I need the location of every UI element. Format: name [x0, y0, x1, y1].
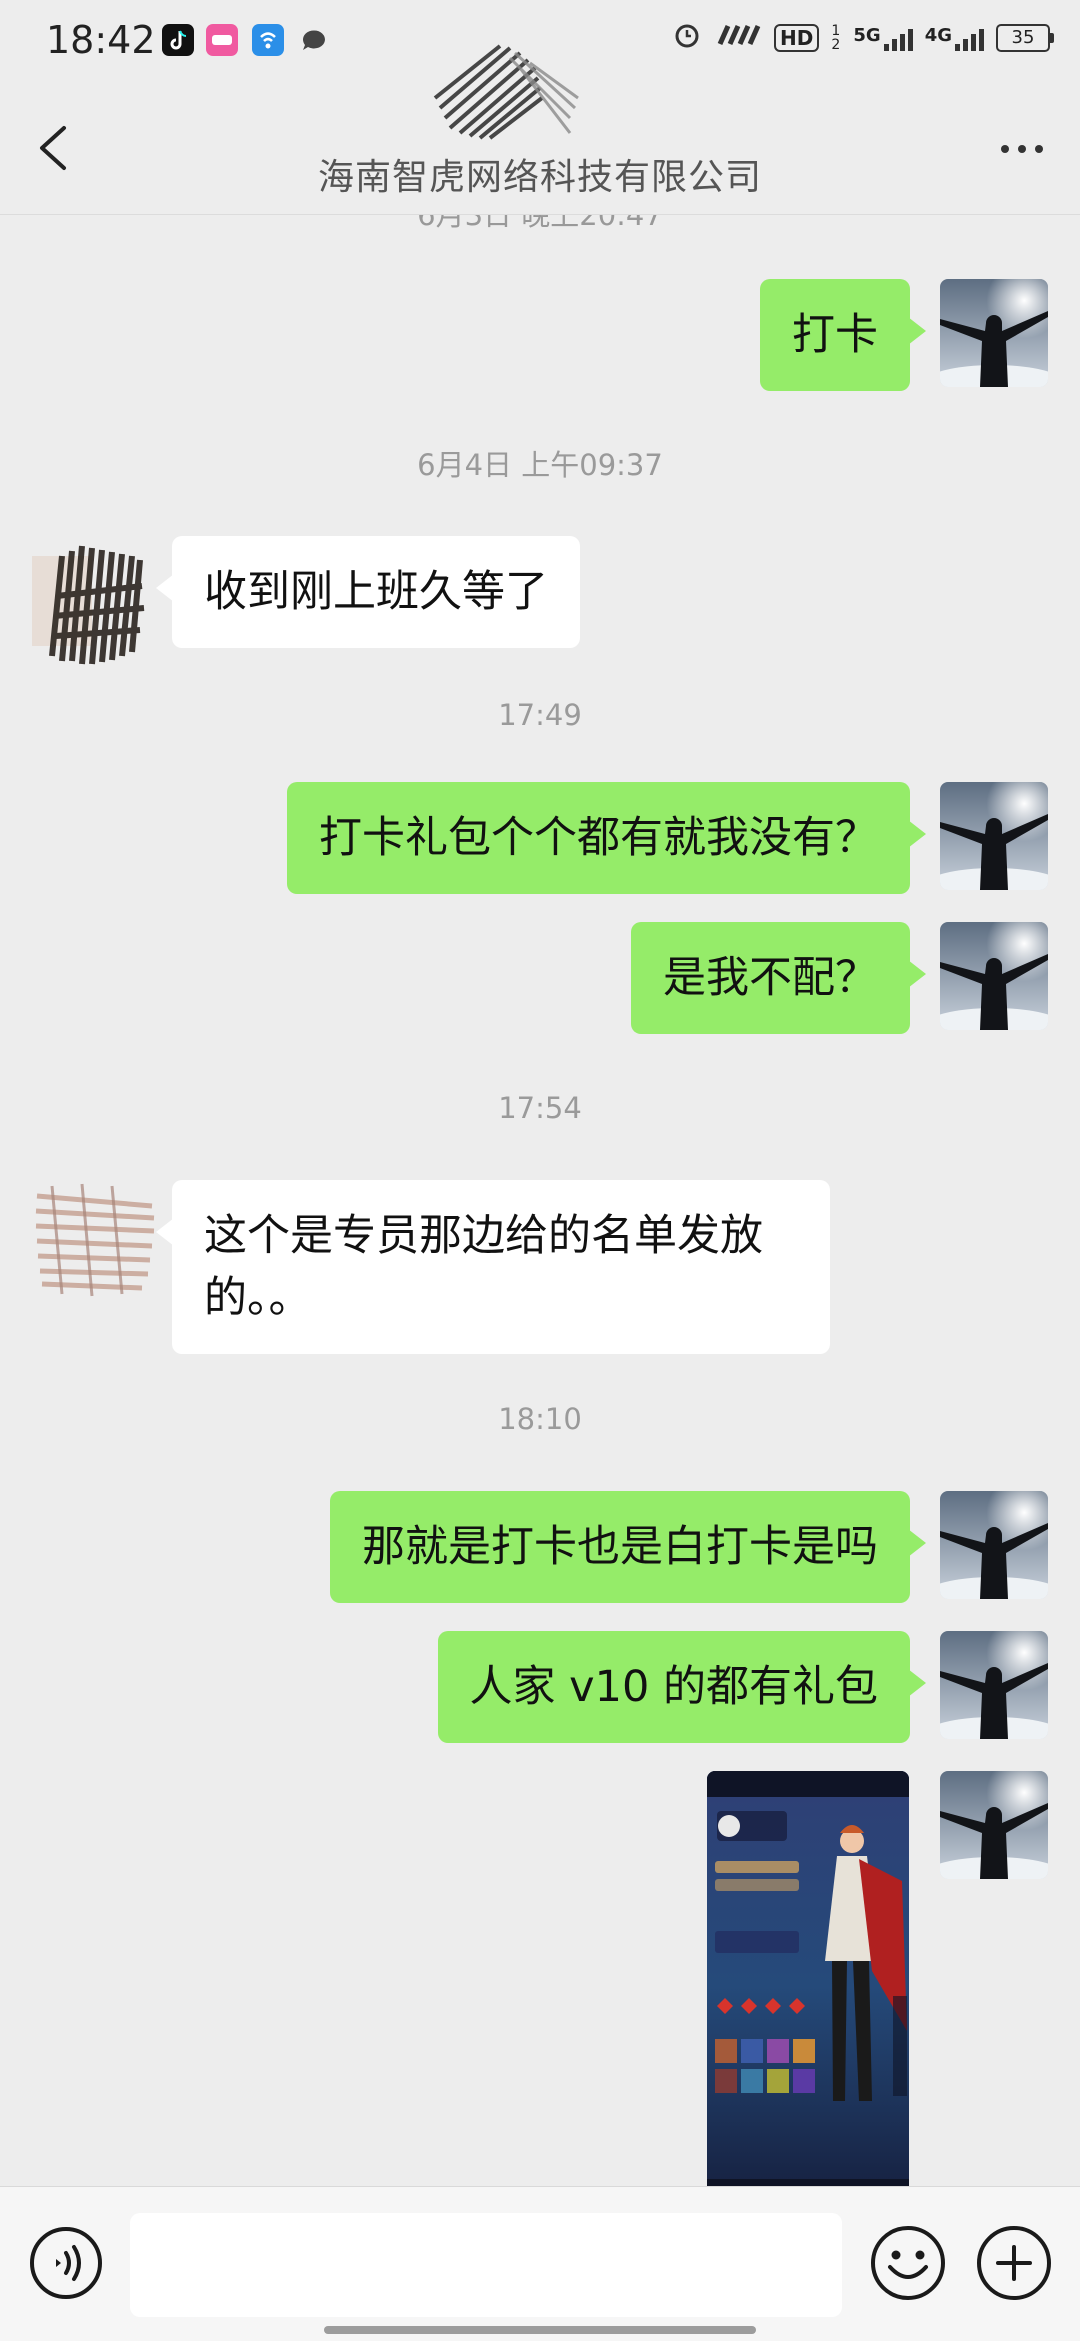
- chat-bubble-icon: [298, 24, 330, 56]
- add-button[interactable]: [974, 2223, 1054, 2303]
- battery-indicator: 35: [996, 24, 1054, 52]
- signal-strength-icon: [714, 22, 762, 54]
- my-avatar[interactable]: [940, 782, 1048, 890]
- incoming-message[interactable]: 收到刚上班久等了: [156, 536, 580, 648]
- chat-title: 海南智虎网络科技有限公司: [317, 157, 762, 198]
- status-time: 18:42: [46, 18, 156, 62]
- incoming-message[interactable]: 这个是专员那边给的名单发放 的。。: [156, 1180, 830, 1354]
- contact-avatar[interactable]: [32, 1176, 156, 1300]
- tiktok-icon: [162, 24, 194, 56]
- chat-header: 海南智虎网络科技有限公司: [0, 44, 1080, 215]
- home-indicator[interactable]: [324, 2326, 756, 2334]
- emoji-button[interactable]: [868, 2223, 948, 2303]
- outgoing-message[interactable]: 那就是打卡也是白打卡是吗: [330, 1491, 926, 1603]
- game-screenshot-image[interactable]: [707, 1771, 909, 2186]
- emoji-icon: [871, 2226, 945, 2300]
- status-indicators: HD 1 2 5G 4G 35: [672, 20, 1054, 56]
- voice-icon: [30, 2227, 102, 2299]
- hd-sub: 1 2: [831, 23, 841, 53]
- outgoing-message[interactable]: 打卡: [760, 279, 926, 391]
- kuaiyin-icon: [206, 24, 238, 56]
- contact-avatar[interactable]: [32, 536, 162, 666]
- my-avatar[interactable]: [940, 1771, 1048, 1879]
- more-button[interactable]: [992, 134, 1052, 164]
- message-input[interactable]: [130, 2213, 842, 2317]
- my-avatar[interactable]: [940, 279, 1048, 387]
- net-5g: 5G: [853, 25, 913, 51]
- hd-badge: HD: [774, 24, 820, 52]
- outgoing-message[interactable]: 打卡礼包个个都有就我没有？: [287, 782, 926, 894]
- my-avatar[interactable]: [940, 922, 1048, 1030]
- my-avatar[interactable]: [940, 1631, 1048, 1739]
- chat-message-list[interactable]: 6月3日 晚上20:47 打卡 6月4日 上午09:37 收到刚上班久等了 17…: [0, 214, 1080, 2186]
- voice-input-button[interactable]: [28, 2225, 104, 2301]
- net-4g: 4G: [925, 25, 984, 51]
- timestamp: 17:54: [498, 1091, 582, 1125]
- alarm-icon: [672, 20, 702, 56]
- timestamp: 18:10: [498, 1402, 582, 1436]
- timestamp: 17:49: [498, 698, 582, 732]
- input-bar: [0, 2186, 1080, 2341]
- my-avatar[interactable]: [940, 1491, 1048, 1599]
- wifi-share-icon: [252, 24, 284, 56]
- redacted-scribble: [420, 38, 580, 148]
- timestamp: 6月3日 晚上20:47: [417, 214, 663, 232]
- more-dots-icon: [1001, 145, 1009, 153]
- timestamp: 6月4日 上午09:37: [417, 448, 663, 482]
- plus-icon: [977, 2226, 1051, 2300]
- outgoing-message[interactable]: 是我不配？: [631, 922, 926, 1034]
- outgoing-message[interactable]: 人家 v10 的都有礼包: [437, 1631, 926, 1743]
